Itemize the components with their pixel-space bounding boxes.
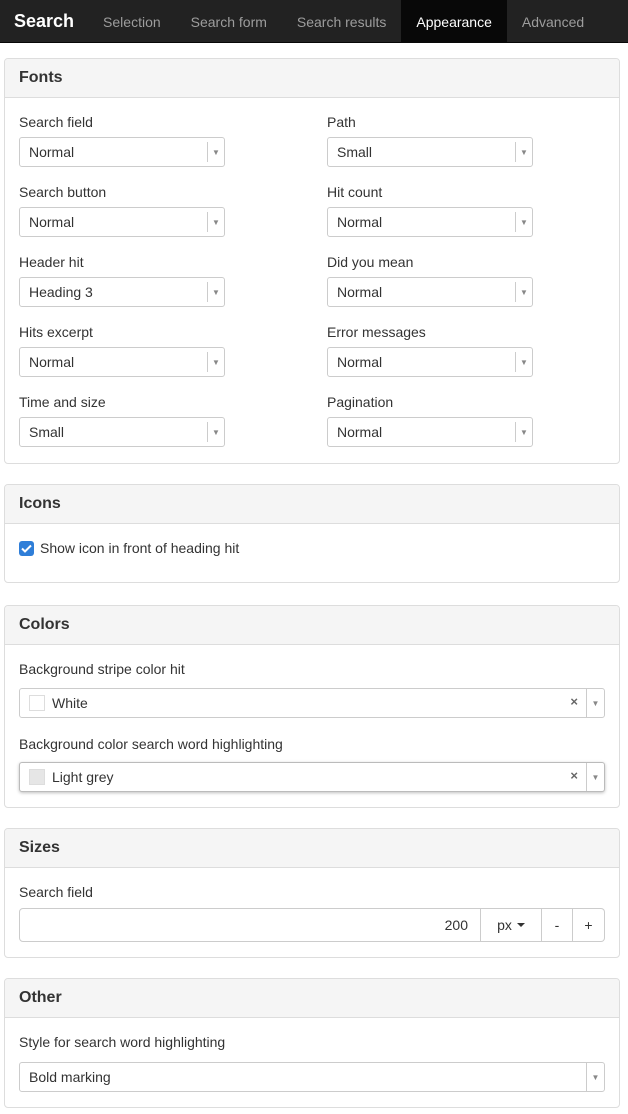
colors-panel: Colors Background stripe color hit White… xyxy=(4,605,620,808)
select-value: Heading 3 xyxy=(29,284,93,300)
size-input-group: 200 px - + xyxy=(19,908,605,942)
dropdown-arrow-icon[interactable]: ▼ xyxy=(515,142,532,162)
font-field-did-you-mean: Did you mean Normal ▼ xyxy=(327,252,533,307)
show-icon-checkbox[interactable] xyxy=(19,540,34,556)
stripe-color-select[interactable]: White × ▼ xyxy=(19,688,605,718)
field-label: Path xyxy=(327,114,356,130)
show-icon-label: Show icon in front of heading hit xyxy=(40,540,240,556)
nav-brand[interactable]: Search xyxy=(0,0,88,43)
other-panel: Other Style for search word highlighting… xyxy=(4,978,620,1108)
font-select-did-you-mean[interactable]: Normal ▼ xyxy=(327,277,533,307)
clear-icon[interactable]: × xyxy=(570,768,578,783)
dropdown-arrow-icon[interactable]: ▼ xyxy=(207,422,224,442)
field-label: Hit count xyxy=(327,184,383,200)
dropdown-arrow-icon[interactable]: ▼ xyxy=(586,763,604,791)
tab-search-form[interactable]: Search form xyxy=(176,0,282,43)
font-field-hit-count: Hit count Normal ▼ xyxy=(327,182,533,237)
font-select-path[interactable]: Small ▼ xyxy=(327,137,533,167)
font-select-header-hit[interactable]: Heading 3 ▼ xyxy=(19,277,225,307)
field-label: Did you mean xyxy=(327,254,414,270)
font-field-header-hit: Header hit Heading 3 ▼ xyxy=(19,252,225,307)
highlight-color-label: Background color search word highlightin… xyxy=(19,736,283,752)
dropdown-arrow-icon[interactable]: ▼ xyxy=(586,689,604,717)
fonts-panel-title: Fonts xyxy=(5,59,619,98)
select-value: Normal xyxy=(337,214,383,230)
clear-icon[interactable]: × xyxy=(570,694,578,709)
font-select-search-button[interactable]: Normal ▼ xyxy=(19,207,225,237)
font-field-path: Path Small ▼ xyxy=(327,112,533,167)
field-label: Pagination xyxy=(327,394,394,410)
tab-search-results[interactable]: Search results xyxy=(282,0,401,43)
select-value: Small xyxy=(29,424,65,440)
field-label: Search field xyxy=(19,114,93,130)
colors-panel-title: Colors xyxy=(5,606,619,645)
dropdown-arrow-icon[interactable]: ▼ xyxy=(515,212,532,232)
select-value: White xyxy=(52,695,88,711)
dropdown-arrow-icon[interactable]: ▼ xyxy=(207,352,224,372)
select-value: Normal xyxy=(337,354,383,370)
sizes-panel-title: Sizes xyxy=(5,829,619,868)
increment-button[interactable]: + xyxy=(573,908,605,942)
dropdown-arrow-icon[interactable]: ▼ xyxy=(515,422,532,442)
field-label: Hits excerpt xyxy=(19,324,93,340)
dropdown-arrow-icon[interactable]: ▼ xyxy=(207,142,224,162)
tab-advanced[interactable]: Advanced xyxy=(507,0,599,43)
highlight-style-label: Style for search word highlighting xyxy=(19,1034,226,1050)
select-value: Normal xyxy=(29,214,75,230)
font-field-search-field: Search field Normal ▼ xyxy=(19,112,225,167)
font-field-error-messages: Error messages Normal ▼ xyxy=(327,322,533,377)
color-swatch-light-grey xyxy=(29,769,45,785)
unit-dropdown-button[interactable]: px xyxy=(481,908,542,942)
select-value: Normal xyxy=(337,284,383,300)
icons-panel: Icons Show icon in front of heading hit xyxy=(4,484,620,583)
font-select-hits-excerpt[interactable]: Normal ▼ xyxy=(19,347,225,377)
stripe-color-label: Background stripe color hit xyxy=(19,661,185,677)
font-field-search-button: Search button Normal ▼ xyxy=(19,182,225,237)
decrement-button[interactable]: - xyxy=(542,908,573,942)
dropdown-arrow-icon[interactable]: ▼ xyxy=(515,282,532,302)
field-label: Search button xyxy=(19,184,107,200)
tab-selection[interactable]: Selection xyxy=(88,0,176,43)
select-value: Light grey xyxy=(52,769,114,785)
unit-label: px xyxy=(497,917,512,933)
select-value: Normal xyxy=(337,424,383,440)
sizes-panel: Sizes Search field 200 px - + xyxy=(4,828,620,958)
color-swatch-white xyxy=(29,695,45,711)
font-field-time-and-size: Time and size Small ▼ xyxy=(19,392,225,447)
size-search-field-label: Search field xyxy=(19,884,93,900)
tab-appearance[interactable]: Appearance xyxy=(401,0,507,43)
highlight-color-select[interactable]: Light grey × ▼ xyxy=(19,762,605,792)
select-value: Normal xyxy=(29,354,75,370)
select-value: Small xyxy=(337,144,373,160)
caret-down-icon xyxy=(516,923,525,927)
fonts-panel: Fonts Search field Normal ▼ Path Small ▼… xyxy=(4,58,620,464)
highlight-style-select[interactable]: Bold marking ▼ xyxy=(19,1062,605,1092)
select-value: Normal xyxy=(29,144,75,160)
dropdown-arrow-icon[interactable]: ▼ xyxy=(515,352,532,372)
checkmark-icon xyxy=(21,544,32,553)
field-label: Header hit xyxy=(19,254,84,270)
font-select-hit-count[interactable]: Normal ▼ xyxy=(327,207,533,237)
font-select-search-field[interactable]: Normal ▼ xyxy=(19,137,225,167)
font-field-pagination: Pagination Normal ▼ xyxy=(327,392,533,447)
other-panel-title: Other xyxy=(5,979,619,1018)
dropdown-arrow-icon[interactable]: ▼ xyxy=(207,212,224,232)
select-value: Bold marking xyxy=(29,1069,111,1085)
dropdown-arrow-icon[interactable]: ▼ xyxy=(207,282,224,302)
dropdown-arrow-icon[interactable]: ▼ xyxy=(586,1063,604,1091)
font-select-error-messages[interactable]: Normal ▼ xyxy=(327,347,533,377)
icons-panel-title: Icons xyxy=(5,485,619,524)
top-navbar: Search Selection Search form Search resu… xyxy=(0,0,628,43)
font-select-time-and-size[interactable]: Small ▼ xyxy=(19,417,225,447)
font-select-pagination[interactable]: Normal ▼ xyxy=(327,417,533,447)
font-field-hits-excerpt: Hits excerpt Normal ▼ xyxy=(19,322,225,377)
size-value-input[interactable]: 200 xyxy=(19,908,481,942)
field-label: Time and size xyxy=(19,394,106,410)
show-icon-option[interactable]: Show icon in front of heading hit xyxy=(19,540,239,556)
field-label: Error messages xyxy=(327,324,426,340)
